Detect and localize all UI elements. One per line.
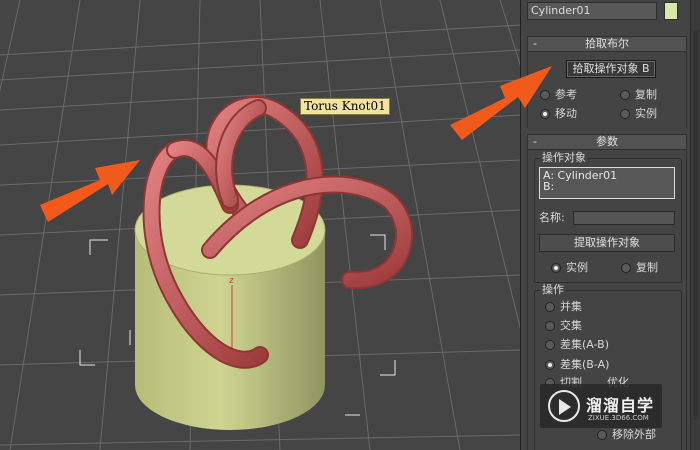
watermark: 溜溜自学 ZIXUE.3D66.COM [540, 384, 662, 428]
operands-group: 操作对象 A: Cylinder01 B: 名称: 提取操作对象 实例 复制 [534, 152, 682, 283]
perspective-viewport[interactable]: z Torus Knot01 [0, 0, 520, 450]
object-name-field[interactable]: Cylinder01 [527, 2, 657, 20]
collapse-icon: - [533, 135, 537, 148]
annotation-arrow-left [40, 160, 140, 222]
op-radio-subtract-a-b[interactable]: 差集(A-B) [545, 339, 609, 351]
object-label: Torus Knot01 [300, 98, 390, 115]
command-panel: Cylinder01 - 拾取布尔 拾取操作对象 B 参考 复制 移动 实例 -… [520, 0, 700, 450]
name-label: 名称: [539, 211, 565, 224]
op-radio-union[interactable]: 并集 [545, 301, 582, 313]
viewport-scene: z [0, 0, 520, 450]
watermark-url: ZIXUE.3D66.COM [588, 414, 649, 422]
operand-a-item[interactable]: A: Cylinder01 [543, 170, 671, 181]
watermark-title: 溜溜自学 [586, 396, 655, 415]
operands-list[interactable]: A: Cylinder01 B: [539, 167, 675, 199]
parameters-rollout-header[interactable]: - 参数 [527, 134, 687, 150]
scrollbar-thumb[interactable] [693, 30, 698, 420]
radio-move[interactable]: 移动 [540, 108, 577, 120]
object-color-swatch[interactable] [664, 2, 678, 20]
radio-copy[interactable]: 复制 [620, 89, 657, 101]
operands-group-title: 操作对象 [540, 151, 588, 164]
rollout-title: 参数 [596, 135, 618, 148]
op-radio-subtract-b-a[interactable]: 差集(B-A) [545, 359, 609, 371]
panel-scrollbar[interactable] [690, 0, 700, 450]
extract-radio-instance[interactable]: 实例 [551, 262, 588, 274]
op-radio-intersection[interactable]: 交集 [545, 320, 582, 332]
extract-operand-button[interactable]: 提取操作对象 [539, 234, 675, 252]
operation-group-title: 操作 [540, 283, 566, 296]
radio-instance[interactable]: 实例 [620, 108, 657, 120]
pick-boolean-rollout: 拾取操作对象 B 参考 复制 移动 实例 [527, 52, 687, 128]
radio-reference[interactable]: 参考 [540, 89, 577, 101]
pick-operand-b-button[interactable]: 拾取操作对象 B [566, 60, 656, 78]
play-logo-icon [548, 390, 580, 422]
axis-z-label: z [229, 276, 234, 286]
pick-boolean-rollout-header[interactable]: - 拾取布尔 [527, 36, 687, 52]
extract-radio-copy[interactable]: 复制 [621, 262, 658, 274]
collapse-icon: - [533, 37, 537, 50]
cut-radio-remove-outside[interactable]: 移除外部 [597, 429, 656, 441]
operand-b-item[interactable]: B: [543, 181, 671, 192]
operand-name-input[interactable] [573, 211, 675, 225]
rollout-title: 拾取布尔 [585, 37, 629, 50]
